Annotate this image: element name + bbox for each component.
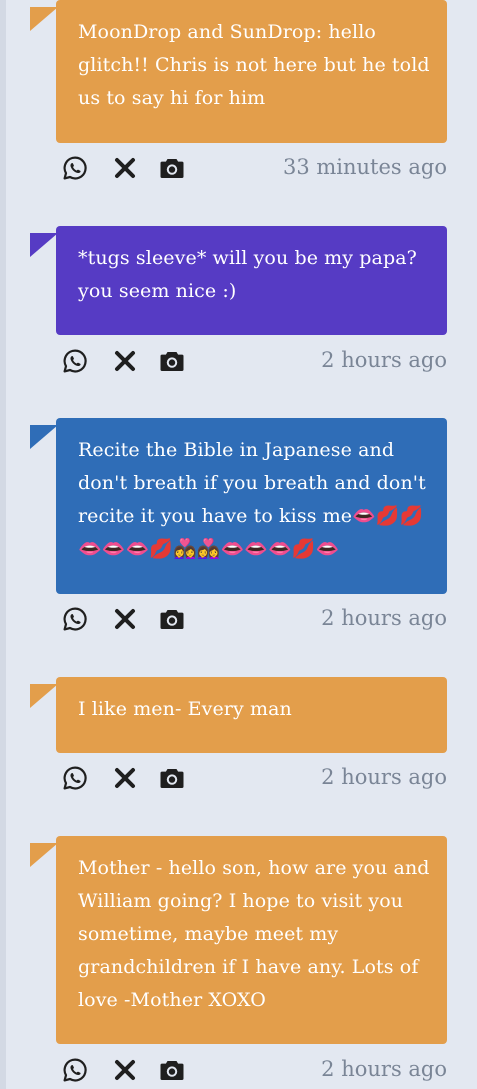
message-bubble: Recite the Bible in Japanese and don't b… [56,418,447,594]
whatsapp-icon[interactable] [62,348,88,374]
message-timestamp: 2 hours ago [321,765,447,789]
message-text: Mother - hello son, how are you and Will… [78,857,430,1011]
close-icon[interactable] [112,1057,138,1083]
message-actions: 33 minutes ago [56,147,447,187]
message-bubble: *tugs sleeve* will you be my papa? you s… [56,226,447,335]
message-actions: 2 hours ago [56,757,447,797]
close-icon[interactable] [112,348,138,374]
camera-icon[interactable] [159,348,185,374]
camera-icon[interactable] [159,155,185,181]
bubble-tail [30,843,58,867]
message-timestamp: 2 hours ago [321,606,447,630]
message-timestamp: 33 minutes ago [282,155,447,179]
whatsapp-icon[interactable] [62,155,88,181]
close-icon[interactable] [112,606,138,632]
close-icon[interactable] [112,155,138,181]
message-timestamp: 2 hours ago [321,348,447,372]
message-bubble: MoonDrop and SunDrop: hello glitch!! Chr… [56,0,447,143]
close-icon[interactable] [112,765,138,791]
message-text: *tugs sleeve* will you be my papa? you s… [78,247,417,302]
message-actions: 2 hours ago [56,1049,447,1089]
bubble-tail [30,684,58,708]
message-text: Recite the Bible in Japanese and don't b… [78,439,426,560]
bubble-tail [30,7,58,31]
message-bubble: I like men- Every man [56,677,447,753]
whatsapp-icon[interactable] [62,765,88,791]
whatsapp-icon[interactable] [62,1057,88,1083]
bubble-tail [30,425,58,449]
message-text: MoonDrop and SunDrop: hello glitch!! Chr… [78,21,430,109]
camera-icon[interactable] [159,1057,185,1083]
message-timestamp: 2 hours ago [321,1057,447,1081]
bubble-tail [30,233,58,257]
message-actions: 2 hours ago [56,340,447,380]
left-rail [0,0,6,1089]
message-actions: 2 hours ago [56,598,447,638]
whatsapp-icon[interactable] [62,606,88,632]
message-text: I like men- Every man [78,698,292,720]
message-bubble: Mother - hello son, how are you and Will… [56,836,447,1044]
camera-icon[interactable] [159,606,185,632]
camera-icon[interactable] [159,765,185,791]
